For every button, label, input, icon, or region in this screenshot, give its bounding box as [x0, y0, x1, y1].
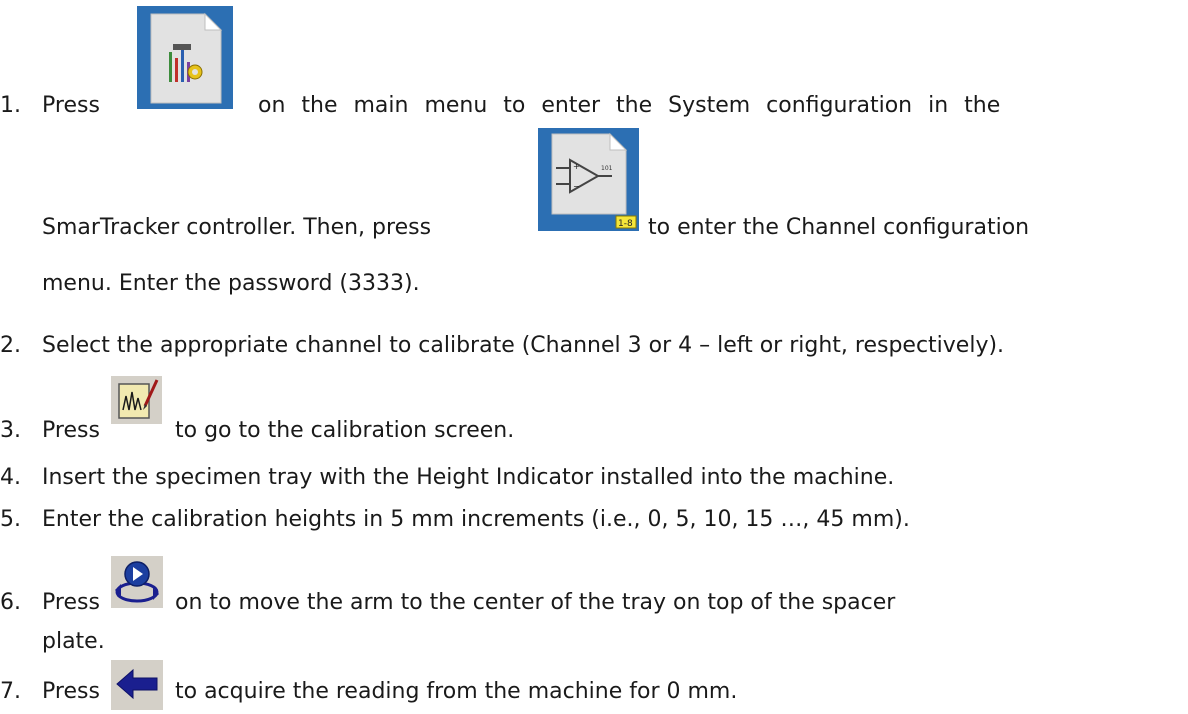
- step-1-number: 1.: [0, 93, 21, 118]
- step-4-text: Insert the specimen tray with the Height…: [42, 465, 895, 490]
- svg-text:101: 101: [601, 165, 613, 172]
- move-arm-button[interactable]: [111, 556, 163, 608]
- step-2-text: Select the appropriate channel to calibr…: [42, 333, 1005, 358]
- step-2-number: 2.: [0, 333, 21, 358]
- channel-config-icon: + − 101 1-8: [538, 128, 639, 231]
- system-config-button[interactable]: [137, 6, 233, 109]
- step-1-text-d: to enter the Channel configuration: [648, 215, 1030, 240]
- step-5-number: 5.: [0, 507, 21, 532]
- acquire-reading-button[interactable]: [111, 660, 163, 710]
- step-4-number: 4.: [0, 465, 21, 490]
- step-1-text-b: on the main menu to enter the System con…: [258, 93, 1001, 118]
- step-3-text-a: Press: [42, 418, 100, 443]
- step-6-text-c: plate.: [42, 629, 105, 654]
- step-1-text-c: SmarTracker controller. Then, press: [42, 215, 432, 240]
- calibration-icon: [111, 376, 162, 424]
- acquire-reading-icon: [111, 660, 163, 710]
- step-7-text-a: Press: [42, 679, 100, 704]
- step-7-number: 7.: [0, 679, 21, 704]
- svg-text:+: +: [573, 162, 580, 171]
- system-config-icon: [137, 6, 233, 109]
- channel-badge-label: 1-8: [618, 219, 633, 229]
- step-6-number: 6.: [0, 590, 21, 615]
- svg-text:−: −: [573, 182, 580, 191]
- step-1-text-a: Press: [42, 93, 100, 118]
- step-1-text-e: menu. Enter the password (3333).: [42, 271, 420, 296]
- calibration-button[interactable]: [111, 376, 162, 424]
- step-3-number: 3.: [0, 418, 21, 443]
- step-3-text-b: to go to the calibration screen.: [175, 418, 515, 443]
- step-5-text: Enter the calibration heights in 5 mm in…: [42, 507, 910, 532]
- step-7-text-b: to acquire the reading from the machine …: [175, 679, 738, 704]
- step-6-text-a: Press: [42, 590, 100, 615]
- step-6-text-b: on to move the arm to the center of the …: [175, 590, 896, 615]
- move-arm-icon: [111, 556, 163, 608]
- channel-config-button[interactable]: + − 101 1-8: [538, 128, 639, 231]
